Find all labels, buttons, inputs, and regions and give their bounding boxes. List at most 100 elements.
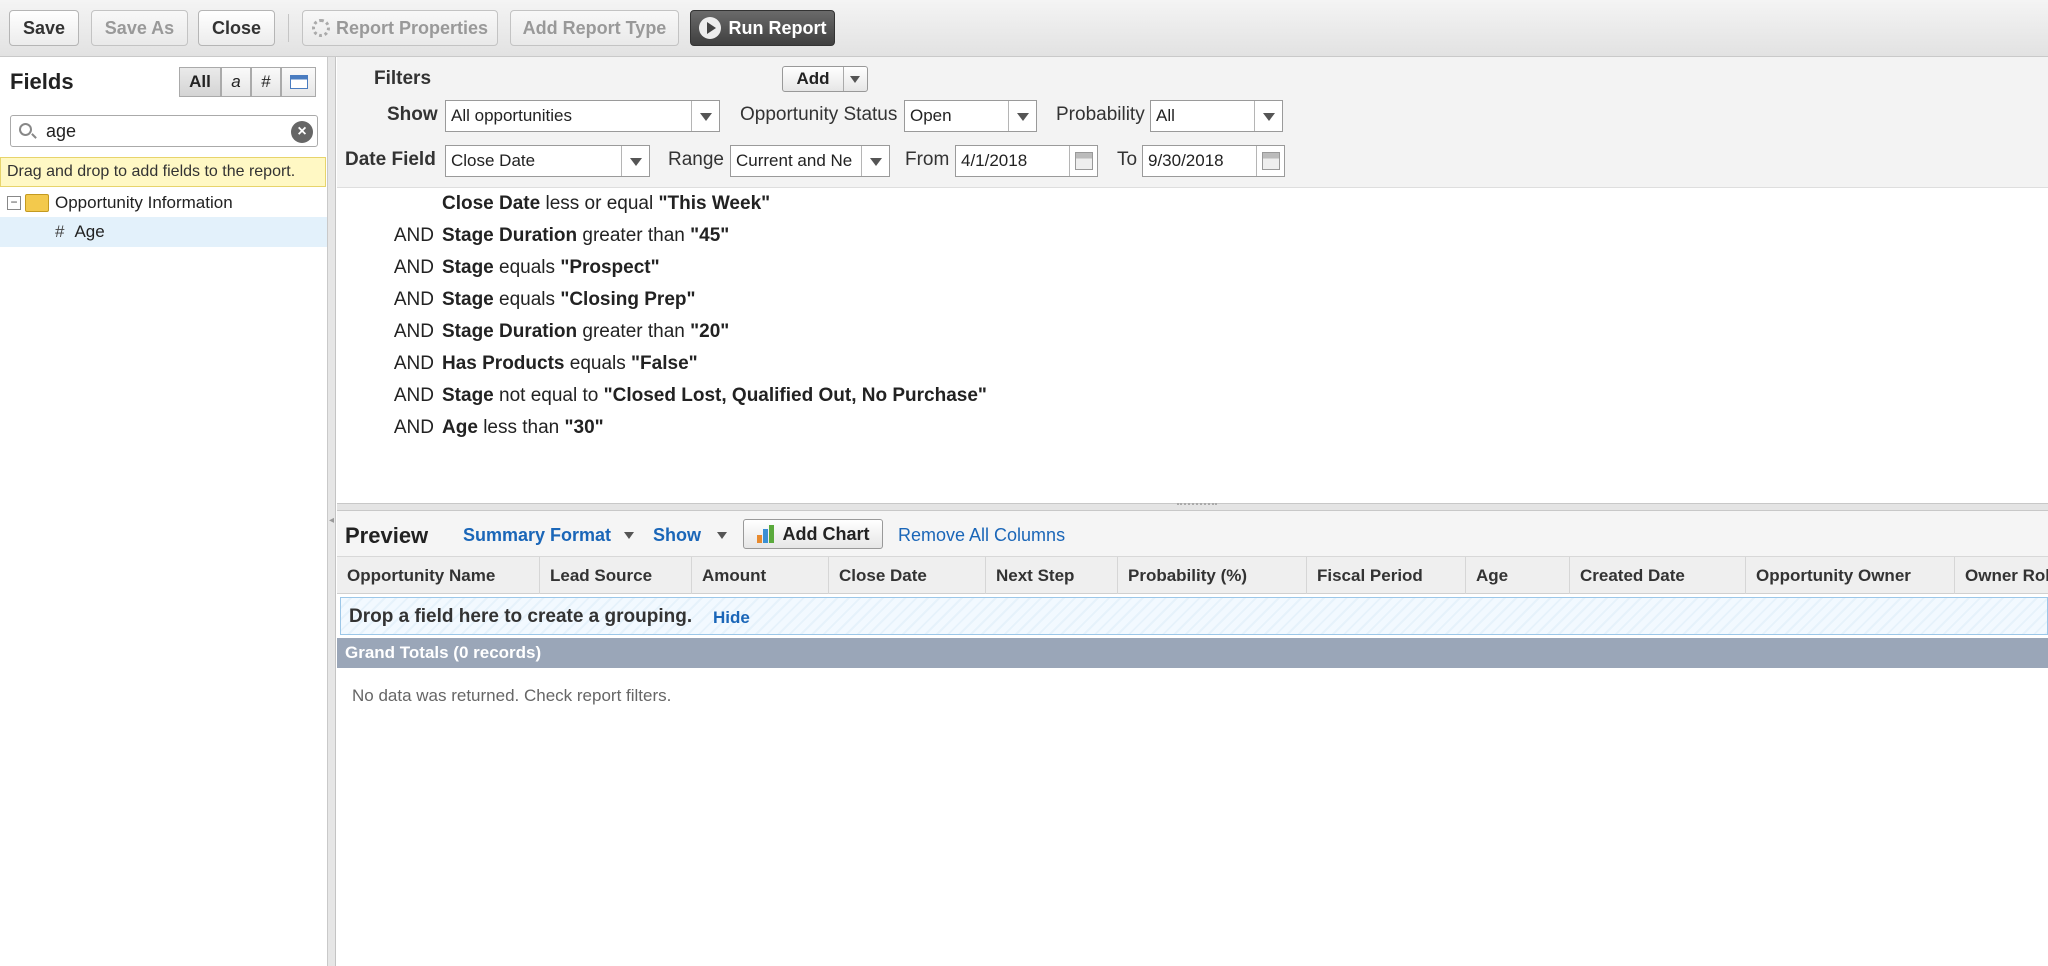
filter-row[interactable]: AND Has Products equals "False": [337, 353, 698, 375]
date-field-value: Close Date: [451, 151, 536, 170]
show-select[interactable]: All opportunities: [445, 100, 720, 132]
show-menu[interactable]: Show: [653, 525, 701, 546]
tree-item-age[interactable]: # Age: [0, 217, 327, 247]
column-header[interactable]: Next Step: [986, 557, 1118, 594]
column-header[interactable]: Probability (%): [1118, 557, 1307, 594]
column-header[interactable]: Lead Source: [540, 557, 692, 594]
hide-drop-zone-link[interactable]: Hide: [713, 608, 750, 628]
field-search-input[interactable]: age ×: [10, 115, 318, 147]
column-header[interactable]: Amount: [692, 557, 829, 594]
filter-field: Stage Duration: [442, 321, 578, 342]
filter-row[interactable]: Close Date less or equal "This Week": [337, 193, 770, 215]
collapse-icon[interactable]: −: [7, 196, 21, 210]
save-as-button[interactable]: Save As: [91, 10, 188, 46]
show-select-value: All opportunities: [451, 106, 572, 125]
preview-splitter[interactable]: [337, 503, 2048, 511]
column-header[interactable]: Age: [1466, 557, 1570, 594]
filter-row[interactable]: AND Age less than "30": [337, 417, 604, 439]
calendar-picker-icon[interactable]: [1256, 146, 1284, 176]
show-label: Show: [387, 104, 438, 125]
opportunity-status-select[interactable]: Open: [904, 100, 1037, 132]
tree-folder-opportunity-information[interactable]: − Opportunity Information: [0, 189, 327, 217]
filter-operator: AND: [393, 417, 434, 438]
from-date-value: 4/1/2018: [961, 151, 1028, 170]
run-report-button[interactable]: Run Report: [690, 10, 835, 46]
calendar-icon: [289, 75, 308, 89]
from-label: From: [905, 149, 950, 170]
chevron-down-icon[interactable]: [717, 532, 727, 539]
filter-text-button[interactable]: a: [221, 67, 251, 97]
grand-totals-row: Grand Totals (0 records): [337, 638, 2048, 668]
add-report-type-button[interactable]: Add Report Type: [510, 10, 679, 46]
filter-operator: AND: [393, 321, 434, 342]
panel-splitter[interactable]: ◂: [328, 57, 336, 966]
chevron-down-icon[interactable]: [624, 532, 634, 539]
filter-field: Stage: [442, 289, 494, 310]
filter-operator: AND: [393, 289, 434, 310]
filter-row[interactable]: AND Stage Duration greater than "45": [337, 225, 729, 247]
filter-row[interactable]: AND Stage Duration greater than "20": [337, 321, 729, 343]
report-properties-button[interactable]: Report Properties: [302, 10, 498, 46]
calendar-picker-icon[interactable]: [1069, 146, 1097, 176]
chevron-down-icon: [691, 101, 719, 131]
filter-date-button[interactable]: [281, 67, 316, 97]
filter-field: Age: [442, 417, 478, 438]
drop-zone-message: Drop a field here to create a grouping.: [349, 606, 693, 627]
filter-field: Stage Duration: [442, 225, 578, 246]
column-header[interactable]: Opportunity Owner: [1746, 557, 1955, 594]
add-filter-button[interactable]: Add: [782, 66, 868, 92]
date-field-select[interactable]: Close Date: [445, 145, 650, 177]
drag-handle-icon[interactable]: [1177, 499, 1217, 505]
play-icon: [698, 17, 721, 39]
column-header[interactable]: Opportunity Name: [337, 557, 540, 594]
range-value: Current and Ne: [736, 151, 853, 170]
column-header[interactable]: Fiscal Period: [1307, 557, 1466, 594]
probability-select[interactable]: All: [1150, 100, 1283, 132]
range-label: Range: [668, 149, 724, 170]
to-date-input[interactable]: 9/30/2018: [1142, 145, 1285, 177]
filter-condition: less than: [483, 417, 560, 438]
date-field-label: Date Field: [345, 149, 436, 170]
filter-value: "This Week": [658, 193, 771, 214]
preview-panel: Preview Summary Format Show Add Chart Re…: [337, 511, 2048, 966]
preview-title: Preview: [345, 523, 429, 548]
field-search-value: age: [46, 121, 77, 141]
range-select[interactable]: Current and Ne: [730, 145, 890, 177]
close-button[interactable]: Close: [198, 10, 275, 46]
filter-all-button[interactable]: All: [179, 67, 221, 97]
save-button[interactable]: Save: [9, 10, 79, 46]
filter-field: Stage: [442, 257, 494, 278]
column-header[interactable]: Created Date: [1570, 557, 1746, 594]
column-header[interactable]: Close Date: [829, 557, 986, 594]
folder-icon: [25, 194, 49, 212]
from-date-input[interactable]: 4/1/2018: [955, 145, 1098, 177]
remove-all-columns-link[interactable]: Remove All Columns: [898, 525, 1065, 546]
filter-numeric-button[interactable]: #: [251, 67, 281, 97]
filter-condition: greater than: [582, 225, 685, 246]
opportunity-status-value: Open: [910, 106, 952, 125]
filter-row[interactable]: AND Stage not equal to "Closed Lost, Qual…: [337, 385, 987, 407]
filter-condition: not equal to: [499, 385, 599, 406]
chevron-down-icon: [621, 146, 649, 176]
add-chart-button[interactable]: Add Chart: [743, 519, 883, 549]
probability-value: All: [1156, 106, 1175, 125]
filter-row[interactable]: AND Stage equals "Closing Prep": [337, 289, 696, 311]
to-date-value: 9/30/2018: [1148, 151, 1224, 170]
filter-criteria-list: Close Date less or equal "This Week" AND…: [337, 188, 2048, 504]
chevron-down-icon: [1008, 101, 1036, 131]
filters-label: Filters: [374, 68, 432, 89]
clear-search-icon[interactable]: ×: [291, 121, 313, 143]
collapse-arrow-icon[interactable]: ◂: [329, 515, 334, 526]
summary-format-menu[interactable]: Summary Format: [463, 525, 611, 546]
filter-operator: AND: [393, 225, 434, 246]
report-properties-label: Report Properties: [335, 17, 489, 38]
chevron-down-icon[interactable]: [843, 67, 867, 91]
fields-title: Fields: [10, 69, 74, 94]
filter-value: "Prospect": [560, 257, 660, 278]
filter-condition: less or equal: [545, 193, 654, 214]
run-report-label: Run Report: [728, 17, 827, 38]
filter-row[interactable]: AND Stage equals "Prospect": [337, 257, 660, 279]
grouping-drop-zone[interactable]: Drop a field here to create a grouping. …: [340, 597, 2048, 635]
column-header[interactable]: Owner Rol: [1955, 557, 2048, 594]
gear-icon: [311, 19, 330, 37]
